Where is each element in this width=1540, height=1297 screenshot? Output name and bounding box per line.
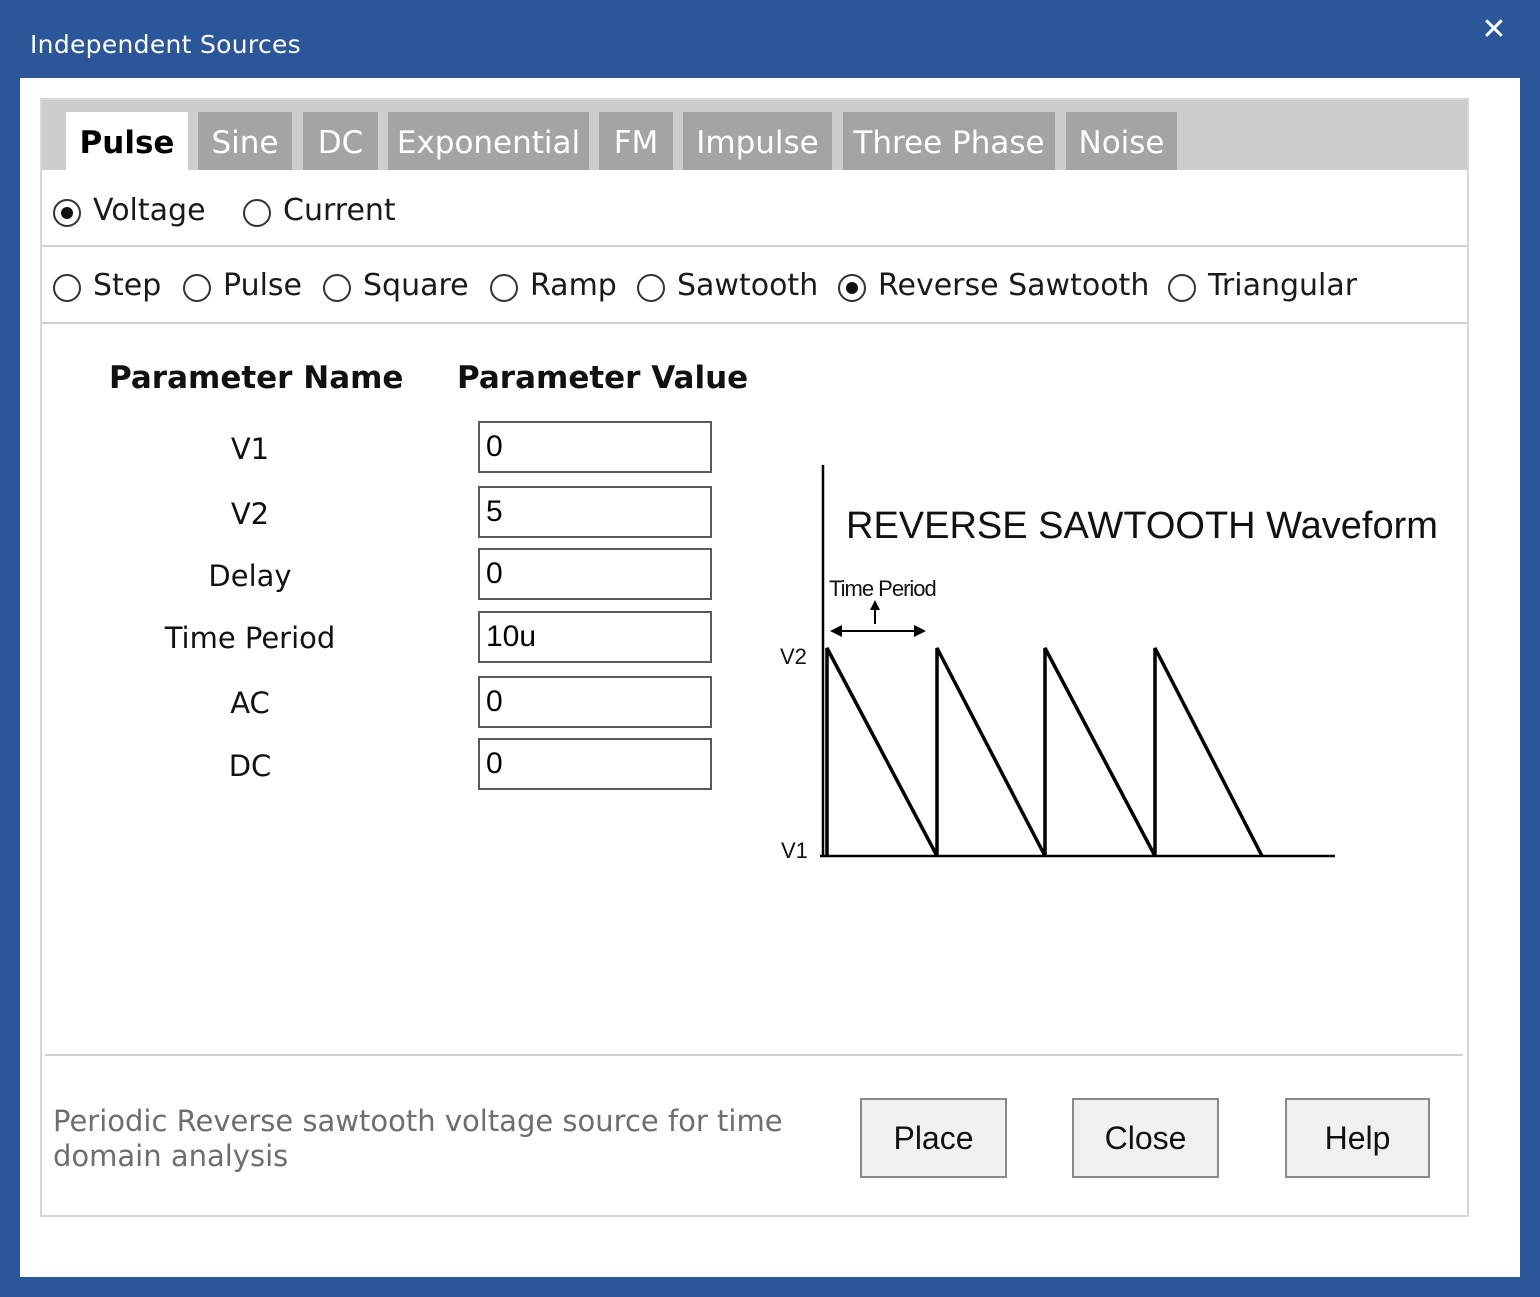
waveform-diagram: REVERSE SAWTOOTH Waveform Time Period V2…	[780, 465, 1438, 863]
parameter-name-header: Parameter Name	[109, 360, 404, 396]
radio-empty-icon	[490, 274, 518, 302]
close-icon[interactable]: ✕	[1474, 10, 1514, 50]
tab-dc[interactable]: DC	[303, 112, 378, 170]
divider	[42, 322, 1467, 324]
parameter-value-header: Parameter Value	[457, 360, 749, 396]
waveform-radio-label: Ramp	[530, 268, 617, 303]
radio-empty-icon	[637, 274, 665, 302]
time-period-label: Time Period	[829, 576, 936, 601]
reverse-sawtooth-trace	[825, 647, 1264, 857]
waveform-radio-label: Sawtooth	[677, 268, 819, 303]
voltage-radio-label: Voltage	[93, 193, 206, 228]
radio-empty-icon	[243, 199, 271, 227]
place-button[interactable]: Place	[860, 1098, 1007, 1178]
tab-fm[interactable]: FM	[599, 112, 673, 170]
diagram-title: REVERSE SAWTOOTH Waveform	[846, 505, 1438, 547]
v1-axis-label: V1	[781, 838, 808, 863]
radio-selected-icon	[838, 274, 866, 302]
param-value-v1[interactable]	[478, 421, 712, 473]
param-name-ac: AC	[230, 686, 270, 720]
waveform-radio-ramp[interactable]: Ramp	[490, 268, 630, 308]
waveform-radio-reverse-sawtooth[interactable]: Reverse Sawtooth	[838, 268, 1158, 308]
waveform-radio-step[interactable]: Step	[53, 268, 173, 308]
left-arrow-icon	[830, 625, 842, 637]
param-value-ac[interactable]	[478, 676, 712, 728]
param-value-time-period[interactable]	[478, 611, 712, 663]
param-name-v1: V1	[230, 432, 270, 466]
right-arrow-icon	[914, 625, 926, 637]
title-bar: Independent Sources ✕	[0, 0, 1540, 78]
radio-empty-icon	[183, 274, 211, 302]
source-description: Periodic Reverse sawtooth voltage source…	[53, 1104, 783, 1173]
v2-axis-label: V2	[780, 644, 807, 669]
waveform-radio-label: Triangular	[1208, 268, 1358, 303]
up-arrow-icon	[870, 600, 880, 610]
divider	[42, 245, 1467, 247]
radio-selected-icon	[53, 199, 81, 227]
current-radio-label: Current	[283, 193, 396, 228]
waveform-radio-label: Reverse Sawtooth	[878, 268, 1150, 303]
window-title: Independent Sources	[30, 30, 301, 59]
waveform-radio-label: Square	[363, 268, 469, 303]
radio-empty-icon	[323, 274, 351, 302]
tab-pulse[interactable]: Pulse	[66, 112, 188, 170]
param-value-dc[interactable]	[478, 738, 712, 790]
waveform-radio-pulse[interactable]: Pulse	[183, 268, 313, 308]
tab-exponential[interactable]: Exponential	[388, 112, 589, 170]
help-button[interactable]: Help	[1285, 1098, 1430, 1178]
close-button[interactable]: Close	[1072, 1098, 1219, 1178]
param-name-time-period: Time Period	[164, 621, 336, 655]
radio-empty-icon	[1168, 274, 1196, 302]
footer-divider	[45, 1054, 1463, 1056]
param-name-delay: Delay	[208, 559, 292, 593]
param-value-v2[interactable]	[478, 486, 712, 538]
param-value-delay[interactable]	[478, 548, 712, 600]
waveform-radio-triangular[interactable]: Triangular	[1168, 268, 1368, 308]
tab-sine[interactable]: Sine	[198, 112, 292, 170]
waveform-radio-label: Pulse	[223, 268, 302, 303]
param-name-dc: DC	[228, 749, 272, 783]
tab-impulse[interactable]: Impulse	[683, 112, 832, 170]
tab-noise[interactable]: Noise	[1066, 112, 1177, 170]
waveform-radio-square[interactable]: Square	[323, 268, 483, 308]
tab-three-phase[interactable]: Three Phase	[843, 112, 1055, 170]
radio-empty-icon	[53, 274, 81, 302]
voltage-radio[interactable]: Voltage	[53, 193, 223, 233]
waveform-radio-sawtooth[interactable]: Sawtooth	[637, 268, 827, 308]
current-radio[interactable]: Current	[243, 193, 413, 233]
waveform-radio-label: Step	[93, 268, 162, 303]
param-name-v2: V2	[230, 497, 270, 531]
